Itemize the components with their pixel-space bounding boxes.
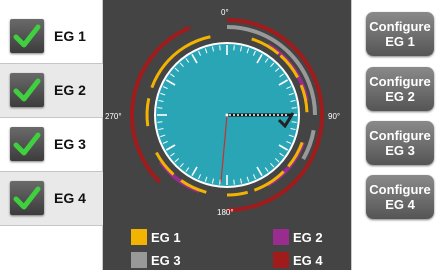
legend-label-eg-3: EG 3 — [151, 252, 181, 268]
dial-center — [225, 113, 229, 117]
eg-2-row[interactable]: EG 2 — [0, 64, 103, 118]
legend-eg-3: EG 3 — [131, 252, 181, 268]
dial-tick — [291, 107, 297, 109]
label-90-deg: 90° — [328, 112, 341, 121]
legend-label-eg-4: EG 4 — [293, 252, 323, 268]
label-270-deg: 270° — [105, 112, 122, 121]
dial-tick — [233, 179, 235, 185]
legend-swatch-eg-4 — [273, 252, 289, 268]
checkmark-icon — [13, 132, 41, 156]
configure-eg-3-line1: Configure — [369, 128, 431, 143]
dial-tick — [233, 45, 235, 51]
eg-3-checkbox[interactable] — [10, 127, 44, 161]
dial-tick — [157, 121, 163, 123]
configure-eg-3-line2: EG 3 — [385, 143, 415, 158]
configure-eg-4-line2: EG 4 — [385, 197, 415, 212]
eg-2-checkbox[interactable] — [10, 73, 44, 107]
legend-swatch-eg-2 — [273, 229, 289, 245]
label-0-deg: 0° — [221, 8, 229, 17]
legend-label-eg-1: EG 1 — [151, 229, 181, 245]
eg-4-row[interactable]: EG 4 — [0, 172, 103, 226]
eg-2-label: EG 2 — [54, 82, 86, 98]
dial-tick — [219, 45, 221, 51]
eg-3-label: EG 3 — [54, 136, 86, 152]
dial-tick — [219, 179, 221, 185]
configure-eg-4-button[interactable]: Configure EG 4 — [366, 175, 434, 219]
dial-panel: 0° 90° 180° 270° EG 1 EG 2 EG 3 EG 4 — [103, 0, 351, 270]
engine-group-list: EG 1 EG 2 EG 3 EG 4 — [0, 0, 103, 270]
eg-4-label: EG 4 — [54, 190, 86, 206]
checkmark-icon — [13, 78, 41, 102]
configure-panel: Configure EG 1 Configure EG 2 Configure … — [351, 0, 440, 270]
configure-eg-2-line2: EG 2 — [385, 89, 415, 104]
configure-eg-2-line1: Configure — [369, 74, 431, 89]
eg-1-row[interactable]: EG 1 — [0, 10, 103, 64]
checkmark-icon — [13, 24, 41, 48]
dial-tick — [157, 107, 163, 109]
configure-eg-3-button[interactable]: Configure EG 3 — [366, 121, 434, 165]
legend-label-eg-2: EG 2 — [293, 229, 323, 245]
eg-4-checkbox[interactable] — [10, 181, 44, 215]
eg-1-arc — [145, 98, 151, 127]
configure-eg-1-line2: EG 1 — [385, 34, 415, 49]
dial-tick — [291, 121, 297, 123]
configure-eg-4-line1: Configure — [369, 182, 431, 197]
configure-eg-1-button[interactable]: Configure EG 1 — [366, 12, 434, 56]
label-180-deg: 180° — [217, 208, 234, 217]
eg-1-arc — [299, 84, 309, 113]
eg-3-row[interactable]: EG 3 — [0, 118, 103, 172]
legend-eg-4: EG 4 — [273, 252, 323, 268]
eg-1-checkbox[interactable] — [10, 19, 44, 53]
checkmark-icon — [13, 186, 41, 210]
legend-swatch-eg-1 — [131, 229, 147, 245]
legend-eg-1: EG 1 — [131, 229, 181, 245]
eg-1-label: EG 1 — [54, 28, 86, 44]
eg-1-arc — [226, 190, 249, 197]
legend-swatch-eg-3 — [131, 252, 147, 268]
legend-eg-2: EG 2 — [273, 229, 323, 245]
configure-eg-2-button[interactable]: Configure EG 2 — [366, 67, 434, 111]
configure-eg-1-line1: Configure — [369, 19, 431, 34]
